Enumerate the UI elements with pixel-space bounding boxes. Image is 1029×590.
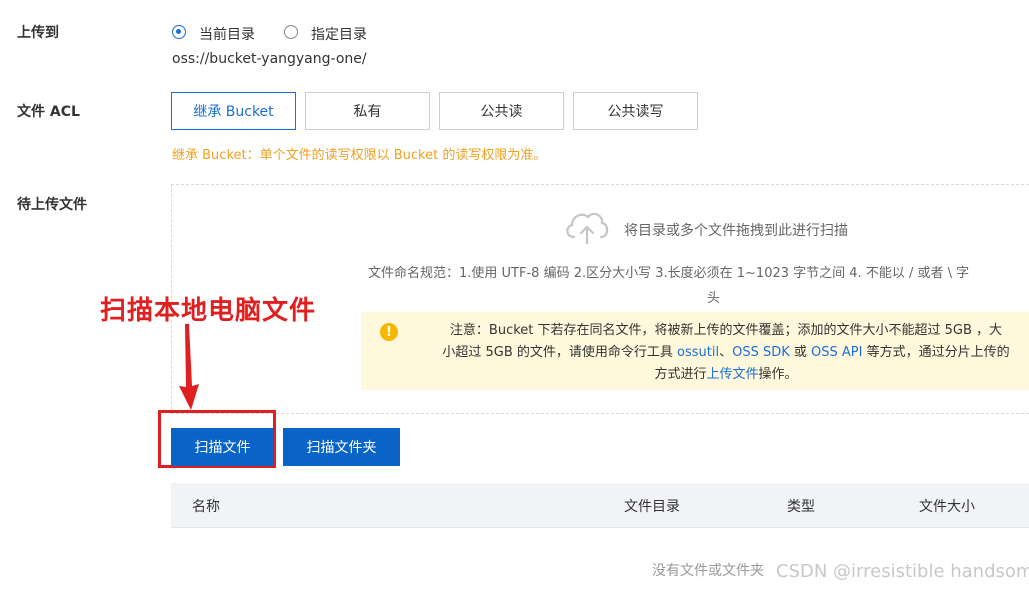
scan-files-button[interactable]: 扫描文件 <box>171 428 274 466</box>
upload-path: oss://bucket-yangyang-one/ <box>172 51 367 67</box>
acl-inherit-bucket-button[interactable]: 继承 Bucket <box>171 92 296 130</box>
ossutil-link[interactable]: ossutil <box>677 345 719 360</box>
acl-label: 文件 ACL <box>17 104 80 120</box>
oss-api-link[interactable]: OSS API <box>811 345 862 360</box>
warning-line3-pre: 方式进行 <box>654 367 707 382</box>
acl-hint: 继承 Bucket：单个文件的读写权限以 Bucket 的读写权限为准。 <box>172 148 547 163</box>
drop-zone-text: 将目录或多个文件拖拽到此进行扫描 <box>624 223 848 239</box>
upload-to-label: 上传到 <box>17 25 59 41</box>
upload-file-link[interactable]: 上传文件 <box>706 367 758 382</box>
radio-specified-dir-indicator[interactable] <box>284 25 298 39</box>
file-table-header: 名称 文件目录 类型 文件大小 <box>171 483 1029 528</box>
column-name: 名称 <box>192 499 220 515</box>
watermark: CSDN @irresistible handsom <box>776 561 1029 582</box>
warning-line3-post: 操作。 <box>758 367 798 382</box>
naming-rule-line2: 头 <box>707 291 721 306</box>
radio-current-dir-label: 当前目录 <box>199 27 255 43</box>
warning-line2-post: 等方式，通过分片上传的 <box>862 345 1010 360</box>
warning-sep: 、 <box>719 345 733 360</box>
radio-specified-dir-label: 指定目录 <box>311 27 367 43</box>
acl-public-read-write-button[interactable]: 公共读写 <box>573 92 698 130</box>
pending-files-label: 待上传文件 <box>17 197 87 213</box>
naming-rule-line1: 文件命名规范：1.使用 UTF-8 编码 2.区分大小写 3.长度必须在 1~1… <box>368 266 970 281</box>
warning-box: ! 注意：Bucket 下若存在同名文件，将被新上传的文件覆盖；添加的文件大小不… <box>361 312 1029 390</box>
warning-or: 或 <box>789 345 812 360</box>
empty-table-text: 没有文件或文件夹 <box>652 563 764 579</box>
acl-public-read-button[interactable]: 公共读 <box>439 92 564 130</box>
warning-line2: 小超过 5GB 的文件，请使用命令行工具 ossutil、OSS SDK 或 O… <box>401 342 1029 364</box>
radio-current-dir[interactable]: 当前目录 <box>172 24 272 43</box>
oss-sdk-link[interactable]: OSS SDK <box>732 345 790 360</box>
warning-line2-pre: 小超过 5GB 的文件，请使用命令行工具 <box>442 345 678 360</box>
cloud-upload-icon <box>562 207 612 247</box>
radio-specified-dir[interactable]: 指定目录 <box>284 24 384 43</box>
column-type: 类型 <box>787 499 815 515</box>
scan-folder-button[interactable]: 扫描文件夹 <box>283 428 400 466</box>
annotation-arrow-icon <box>170 320 220 412</box>
warning-line3: 方式进行上传文件操作。 <box>401 364 1029 386</box>
column-size: 文件大小 <box>919 499 975 515</box>
acl-private-button[interactable]: 私有 <box>305 92 430 130</box>
warning-line1: 注意：Bucket 下若存在同名文件，将被新上传的文件覆盖；添加的文件大小不能超… <box>449 323 1003 338</box>
radio-current-dir-indicator[interactable] <box>172 25 186 39</box>
warning-icon: ! <box>380 323 398 341</box>
column-directory: 文件目录 <box>624 499 680 515</box>
